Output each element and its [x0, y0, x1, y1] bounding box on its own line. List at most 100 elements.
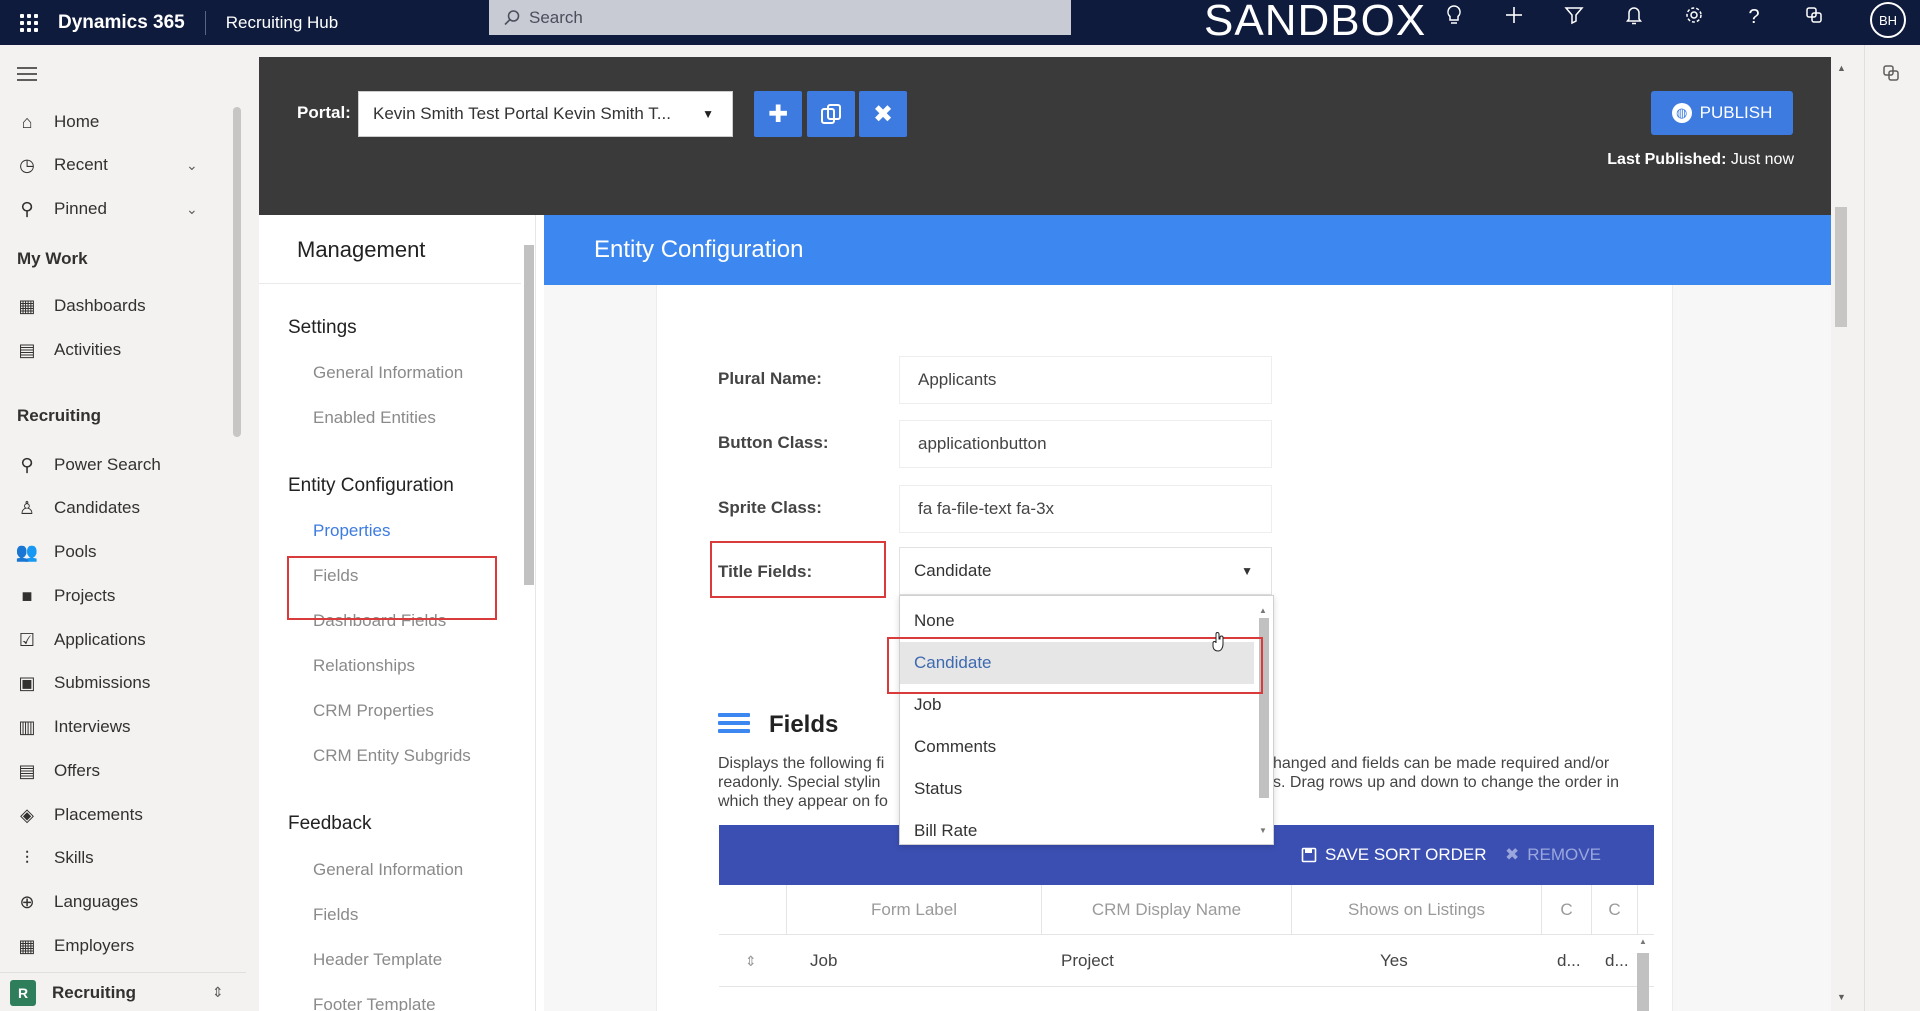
area-switcher[interactable]: R Recruiting ⇕ — [0, 972, 246, 1011]
grid-scrollbar[interactable]: ▲ — [1635, 935, 1651, 1011]
scroll-up-icon[interactable]: ▲ — [1639, 937, 1647, 946]
mgmt-item-footer-template[interactable]: Footer Template — [313, 995, 436, 1011]
scroll-down-icon[interactable]: ▼ — [1259, 826, 1267, 835]
management-scrollbar[interactable] — [524, 245, 534, 585]
nav-item-submissions[interactable]: ▣ Submissions — [0, 665, 246, 701]
mgmt-item-crm-properties[interactable]: CRM Properties — [313, 701, 434, 721]
scroll-down-icon[interactable]: ▼ — [1837, 992, 1846, 1002]
mgmt-item-header-template[interactable]: Header Template — [313, 950, 442, 970]
brand-name[interactable]: Dynamics 365 — [58, 10, 206, 35]
mgmt-item-crm-entity-subgrids[interactable]: CRM Entity Subgrids — [313, 746, 471, 766]
nav-item-home[interactable]: ⌂ Home — [0, 104, 246, 140]
publish-label: PUBLISH — [1699, 103, 1773, 122]
last-published-value: Just now — [1730, 151, 1794, 168]
copilot-icon[interactable] — [1881, 63, 1901, 88]
gear-icon[interactable] — [1680, 5, 1708, 31]
desc-text: hanged and fields can be made required a… — [1273, 755, 1610, 772]
portal-select[interactable]: Kevin Smith Test Portal Kevin Smith T...… — [358, 91, 733, 137]
nav-item-power-search[interactable]: ⚲ Power Search — [0, 447, 246, 483]
add-portal-button[interactable]: ✚ — [754, 91, 802, 137]
chevron-down-icon[interactable]: ⌄ — [186, 201, 198, 218]
nav-scrollbar[interactable] — [233, 107, 241, 437]
nav-item-label: Dashboards — [54, 296, 146, 315]
publish-button[interactable]: ◍ PUBLISH — [1651, 91, 1793, 135]
nav-item-employers[interactable]: ▦ Employers — [0, 928, 246, 964]
last-published: Last Published: Just now — [1607, 151, 1794, 169]
nav-item-recent[interactable]: ◷ Recent ⌄ — [0, 147, 246, 183]
option-status[interactable]: Status — [900, 768, 1254, 810]
group-icon: 👥 — [15, 541, 39, 562]
mgmt-item-relationships[interactable]: Relationships — [313, 656, 415, 676]
remove-button[interactable]: ✖ REMOVE — [1505, 845, 1601, 865]
nav-item-projects[interactable]: ■ Projects — [0, 578, 246, 614]
caret-down-icon: ▼ — [702, 107, 714, 121]
column-header-c[interactable]: C — [1592, 885, 1638, 935]
filter-icon[interactable] — [1560, 5, 1588, 31]
calendar-icon: ▥ — [18, 716, 36, 737]
app-launcher-button[interactable] — [0, 0, 58, 45]
bell-icon[interactable] — [1620, 5, 1648, 31]
nav-item-placements[interactable]: ◈ Placements — [0, 797, 246, 833]
column-header-c[interactable]: C — [1542, 885, 1592, 935]
sprite-class-input[interactable]: fa fa-file-text fa-3x — [899, 485, 1272, 533]
column-header-form-label[interactable]: Form Label — [787, 885, 1042, 935]
copilot-icon[interactable] — [1800, 5, 1828, 31]
search-input[interactable]: Search — [489, 0, 1071, 35]
plural-name-label: Plural Name: — [718, 369, 822, 388]
lightbulb-icon[interactable] — [1440, 4, 1468, 32]
nav-item-label: Home — [54, 112, 100, 131]
option-bill-rate[interactable]: Bill Rate — [900, 810, 1254, 852]
mgmt-item-enabled-entities[interactable]: Enabled Entities — [313, 408, 436, 428]
left-navigation: ⌂ Home ◷ Recent ⌄ ⚲ Pinned ⌄ My Work ▦ D… — [0, 45, 246, 1011]
nav-item-skills[interactable]: ⫶ Skills — [0, 840, 246, 876]
plus-icon[interactable] — [1500, 5, 1528, 31]
plural-name-input[interactable]: Applicants — [899, 356, 1272, 404]
mgmt-item-feedback-general-information[interactable]: General Information — [313, 860, 463, 880]
globe-icon: ⊕ — [19, 891, 35, 912]
table-row[interactable]: ⇕ Job Project Yes d... d... — [719, 935, 1654, 987]
nav-section-recruiting: Recruiting — [17, 406, 102, 425]
help-icon[interactable]: ? — [1740, 6, 1768, 29]
column-header-shows-on-listings[interactable]: Shows on Listings — [1292, 885, 1542, 935]
desc-text: readonly. Special stylin — [718, 774, 881, 791]
delete-portal-button[interactable]: ✖ — [859, 91, 907, 137]
nav-item-pinned[interactable]: ⚲ Pinned ⌄ — [0, 191, 246, 227]
scroll-thumb[interactable] — [1835, 207, 1847, 327]
nav-item-label: Pools — [54, 542, 97, 561]
mgmt-item-feedback-fields[interactable]: Fields — [313, 905, 358, 925]
mgmt-item-properties[interactable]: Properties — [313, 521, 390, 541]
nav-item-activities[interactable]: ▤ Activities — [0, 332, 246, 368]
nav-item-languages[interactable]: ⊕ Languages — [0, 884, 246, 920]
option-comments[interactable]: Comments — [900, 726, 1254, 768]
option-none[interactable]: None — [900, 600, 1254, 642]
button-class-label: Button Class: — [718, 433, 829, 452]
clipboard-icon: ▤ — [18, 339, 36, 360]
nav-item-interviews[interactable]: ▥ Interviews — [0, 709, 246, 745]
nav-item-pools[interactable]: 👥 Pools — [0, 534, 246, 570]
nav-item-applications[interactable]: ☑ Applications — [0, 622, 246, 658]
desc-text: which they appear on fo — [718, 793, 888, 810]
person-icon: ♙ — [18, 497, 36, 518]
nav-item-label: Applications — [54, 630, 146, 649]
save-sort-order-button[interactable]: SAVE SORT ORDER — [1301, 845, 1487, 865]
nav-item-dashboards[interactable]: ▦ Dashboards — [0, 288, 246, 324]
page-scrollbar[interactable]: ▲ ▼ — [1832, 57, 1850, 1011]
cell-c2: d... — [1605, 951, 1629, 970]
scroll-up-icon[interactable]: ▲ — [1837, 63, 1846, 73]
nav-item-label: Languages — [54, 892, 139, 911]
nav-item-label: Interviews — [54, 717, 131, 736]
chevron-down-icon[interactable]: ⌄ — [186, 157, 198, 174]
scroll-thumb[interactable] — [1637, 953, 1649, 1011]
button-class-input[interactable]: applicationbutton — [899, 420, 1272, 468]
mgmt-item-general-information[interactable]: General Information — [313, 363, 463, 383]
scroll-up-icon[interactable]: ▲ — [1259, 606, 1267, 615]
nav-item-candidates[interactable]: ♙ Candidates — [0, 490, 246, 526]
copy-portal-button[interactable] — [807, 91, 855, 137]
nav-item-offers[interactable]: ▤ Offers — [0, 753, 246, 789]
hamburger-icon[interactable] — [17, 67, 37, 85]
user-avatar[interactable]: BH — [1870, 2, 1906, 38]
app-name[interactable]: Recruiting Hub — [206, 13, 476, 33]
title-fields-select[interactable]: Candidate ▼ — [899, 547, 1272, 595]
column-header-crm-display-name[interactable]: CRM Display Name — [1042, 885, 1292, 935]
drag-handle-icon[interactable]: ⇕ — [745, 935, 757, 987]
